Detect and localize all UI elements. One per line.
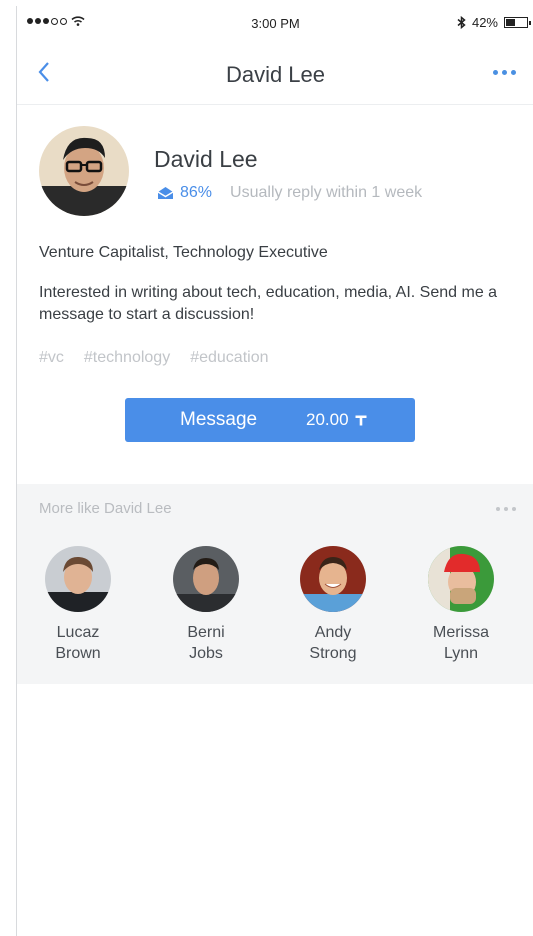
- profile-name: David Lee: [154, 146, 258, 172]
- person-first-name: Lucaz: [56, 624, 100, 641]
- navigation-bar: David Lee: [17, 40, 533, 105]
- person-last-name: Brown: [55, 645, 101, 662]
- person-last-name: Jobs: [189, 645, 223, 662]
- more-options-icon[interactable]: [493, 70, 516, 75]
- bluetooth-icon: [457, 16, 466, 29]
- status-bar: 3:00 PM 42%: [17, 6, 533, 40]
- tag-link[interactable]: #technology: [84, 349, 170, 367]
- more-options-icon[interactable]: [496, 507, 516, 511]
- status-right: 42%: [457, 15, 531, 30]
- similar-person-card[interactable]: Andy Strong: [285, 546, 381, 664]
- phone-screen: 3:00 PM 42% David Lee David Lee 86% Usua…: [16, 6, 533, 936]
- status-time: 3:00 PM: [251, 16, 300, 31]
- tag-link[interactable]: #vc: [39, 349, 64, 367]
- similar-person-card[interactable]: Berni Jobs: [158, 546, 254, 664]
- message-button[interactable]: Message 20.00: [125, 398, 415, 442]
- person-last-name: Strong: [309, 645, 357, 662]
- reply-time-note: Usually reply within 1 week: [230, 184, 423, 201]
- reply-rate: 86%: [180, 184, 213, 201]
- similar-person-card[interactable]: Merissa Lynn: [413, 546, 509, 664]
- message-price-value: 20.00: [306, 410, 349, 429]
- similar-profiles-section: More like David Lee Lucaz Brown Berni Jo…: [17, 484, 533, 684]
- person-first-name: Merissa: [432, 624, 489, 641]
- page-title: David Lee: [225, 62, 326, 87]
- message-price: 20.00: [306, 410, 367, 430]
- avatar: [45, 546, 111, 612]
- section-heading: More like David Lee: [39, 500, 172, 517]
- avatar: [173, 546, 239, 612]
- reply-rate-row: 86% Usually reply within 1 week: [157, 184, 422, 202]
- person-first-name: Andy: [314, 624, 352, 641]
- avatar: [300, 546, 366, 612]
- profile-headline: Venture Capitalist, Technology Executive: [39, 244, 328, 261]
- tag-link[interactable]: #education: [190, 349, 268, 367]
- profile-tags: #vc #technology #education: [39, 349, 269, 367]
- battery-icon: [504, 17, 531, 28]
- avatar: [428, 546, 494, 612]
- similar-person-card[interactable]: Lucaz Brown: [30, 546, 126, 664]
- battery-percent: 42%: [471, 15, 498, 30]
- mail-open-icon: [157, 187, 174, 199]
- message-button-label: Message: [180, 409, 258, 430]
- token-icon: [355, 415, 367, 426]
- person-last-name: Lynn: [443, 645, 479, 662]
- person-first-name: Berni: [187, 624, 225, 641]
- profile-avatar: [39, 126, 129, 216]
- profile-bio: Interested in writing about tech, educat…: [39, 284, 498, 323]
